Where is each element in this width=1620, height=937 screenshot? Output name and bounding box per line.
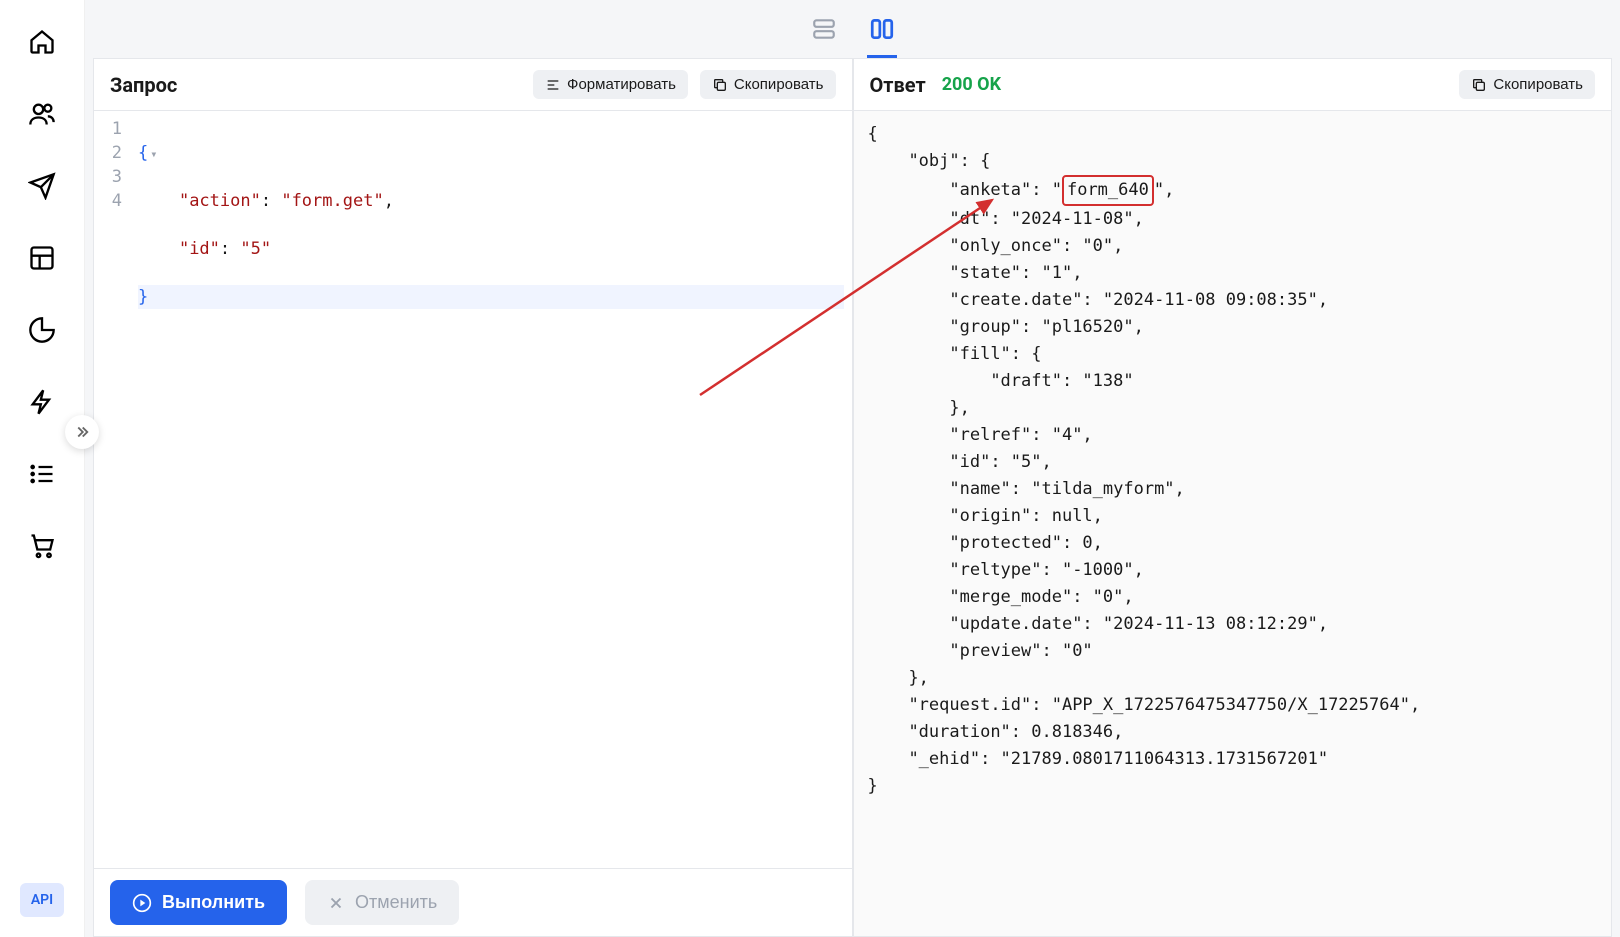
copy-request-button[interactable]: Скопировать	[700, 70, 836, 99]
response-status: 200 OK	[942, 74, 1001, 95]
sidebar-item-home[interactable]	[20, 20, 64, 64]
copy-response-button[interactable]: Скопировать	[1459, 70, 1595, 99]
cancel-label: Отменить	[355, 892, 437, 913]
sidebar-item-layout[interactable]	[20, 236, 64, 280]
cart-icon	[28, 532, 56, 560]
play-icon	[132, 893, 152, 913]
sidebar-item-users[interactable]	[20, 92, 64, 136]
copy-icon	[1471, 77, 1487, 93]
sidebar-item-list[interactable]	[20, 452, 64, 496]
sidebar-item-cart[interactable]	[20, 524, 64, 568]
editor-code[interactable]: {▾ "action": "form.get", "id": "5" }	[130, 111, 852, 868]
sidebar: API	[0, 0, 85, 937]
view-toggle-bar	[85, 0, 1620, 58]
editor-gutter: 1 2 3 4	[94, 111, 130, 868]
request-footer: Выполнить Отменить	[94, 868, 852, 936]
request-title: Запрос	[110, 73, 177, 97]
run-button[interactable]: Выполнить	[110, 880, 287, 925]
sidebar-expand-toggle[interactable]	[65, 415, 99, 449]
format-button[interactable]: Форматировать	[533, 70, 688, 99]
close-icon	[327, 894, 345, 912]
copy-icon	[712, 77, 728, 93]
response-panel: Ответ 200 OK Скопировать { "obj": { "ank…	[853, 58, 1613, 937]
request-header: Запрос Форматировать Скопировать	[94, 59, 852, 111]
send-icon	[28, 172, 56, 200]
pie-chart-icon	[28, 316, 56, 344]
sidebar-item-automation[interactable]	[20, 380, 64, 424]
copy-response-label: Скопировать	[1493, 76, 1583, 93]
view-toggle-stacked[interactable]	[809, 14, 839, 44]
sidebar-item-send[interactable]	[20, 164, 64, 208]
response-header: Ответ 200 OK Скопировать	[854, 59, 1612, 111]
view-toggle-split[interactable]	[867, 14, 897, 44]
panels-container: Запрос Форматировать Скопировать 1 2	[85, 58, 1620, 937]
copy-request-label: Скопировать	[734, 76, 824, 93]
layout-icon	[28, 244, 56, 272]
sidebar-item-analytics[interactable]	[20, 308, 64, 352]
rows-icon	[811, 16, 837, 42]
response-title: Ответ	[870, 73, 926, 97]
chevron-right-double-icon	[73, 423, 91, 441]
response-body[interactable]: { "obj": { "anketa": "form_640", "dt": "…	[854, 111, 1612, 936]
api-badge[interactable]: API	[20, 883, 64, 917]
request-editor[interactable]: 1 2 3 4 {▾ "action": "form.get", "id": "…	[94, 111, 852, 868]
format-label: Форматировать	[567, 76, 676, 93]
request-panel: Запрос Форматировать Скопировать 1 2	[93, 58, 853, 937]
users-icon	[28, 100, 56, 128]
home-icon	[28, 28, 56, 56]
main-area: Запрос Форматировать Скопировать 1 2	[85, 0, 1620, 937]
run-label: Выполнить	[162, 892, 265, 913]
columns-icon	[869, 16, 895, 42]
fold-marker[interactable]: ▾	[150, 147, 157, 161]
cancel-button[interactable]: Отменить	[305, 880, 459, 925]
format-icon	[545, 77, 561, 93]
bolt-icon	[28, 388, 56, 416]
list-icon	[28, 460, 56, 488]
